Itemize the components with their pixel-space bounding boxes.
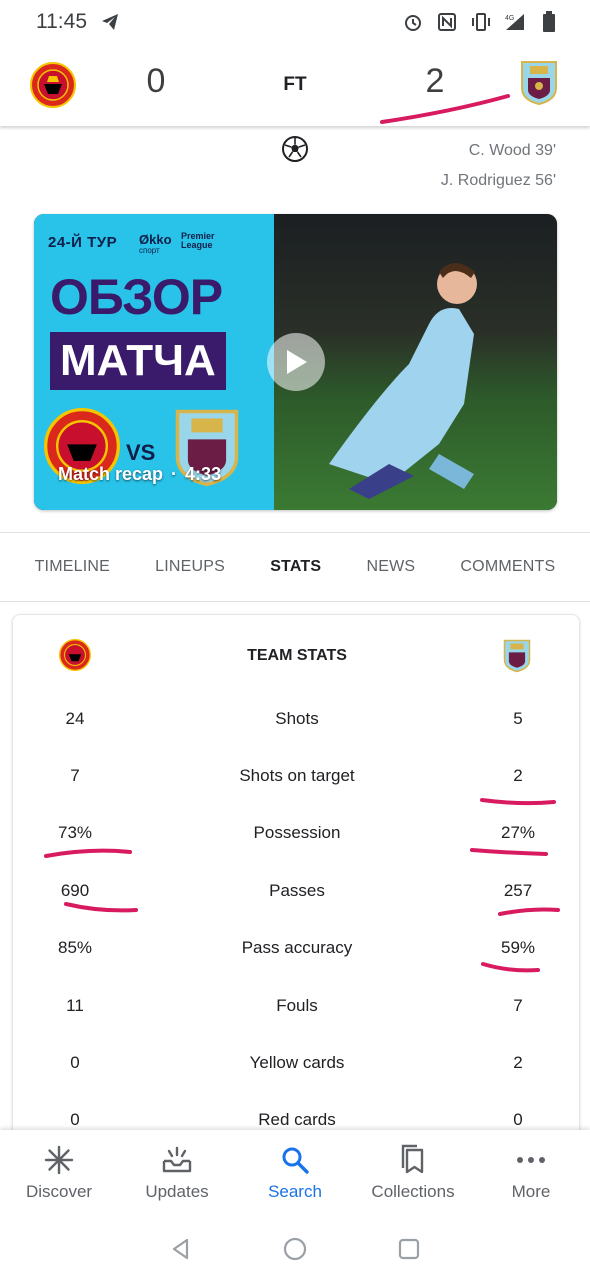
stat-home-value: 85% bbox=[57, 938, 93, 957]
nav-collections[interactable]: Collections bbox=[354, 1130, 472, 1218]
manchester-united-crest-icon[interactable] bbox=[30, 62, 76, 108]
okko-sport-logo: Økko спорт bbox=[139, 232, 172, 256]
stat-label: Red cards bbox=[258, 1110, 336, 1129]
vibrate-icon bbox=[470, 11, 492, 33]
video-duration: 4:33 bbox=[185, 464, 222, 484]
premier-league-logo: Premier League bbox=[181, 232, 215, 250]
stat-label: Passes bbox=[269, 881, 325, 900]
burnley-crest-icon[interactable] bbox=[520, 60, 558, 106]
stat-home-value: 24 bbox=[65, 709, 85, 728]
stat-home-value: 0 bbox=[70, 1110, 80, 1129]
nav-label: Updates bbox=[145, 1182, 209, 1201]
updates-icon bbox=[161, 1144, 193, 1176]
stat-home-value: 690 bbox=[60, 881, 90, 900]
nav-more[interactable]: More bbox=[472, 1130, 590, 1218]
video-label: Match recap bbox=[58, 464, 164, 484]
tab-comments[interactable]: COMMENTS bbox=[460, 558, 555, 576]
stat-row-passes: 690 Passes 257 bbox=[13, 881, 579, 911]
thumbnail-title-line-1: ОБЗОР bbox=[50, 269, 223, 325]
nav-updates[interactable]: Updates bbox=[118, 1130, 236, 1218]
tab-news[interactable]: NEWS bbox=[366, 558, 415, 576]
stat-row-shots: 24 Shots 5 bbox=[13, 709, 579, 739]
stat-away-value: 59% bbox=[500, 938, 536, 957]
stat-away-value: 5 bbox=[513, 709, 523, 728]
play-icon bbox=[287, 350, 307, 374]
status-bar: 11:45 4G bbox=[0, 0, 590, 44]
nav-discover[interactable]: Discover bbox=[0, 1130, 118, 1218]
stat-away-value: 257 bbox=[503, 881, 533, 900]
status-time: 11:45 bbox=[36, 10, 87, 33]
stat-away-value: 2 bbox=[513, 1053, 523, 1072]
stat-home-value: 7 bbox=[70, 766, 80, 785]
thumbnail-title-line-2: МАТЧА bbox=[50, 332, 226, 390]
stat-row-pass-accuracy: 85% Pass accuracy 59% bbox=[13, 938, 579, 968]
asterisk-icon bbox=[43, 1144, 75, 1176]
4g-signal-icon: 4G bbox=[504, 11, 526, 33]
nfc-icon bbox=[436, 11, 458, 33]
stat-label: Shots on target bbox=[239, 766, 355, 785]
scorer-1: C. Wood 39' bbox=[468, 142, 556, 159]
thumbnail-vs: VS bbox=[126, 440, 156, 465]
play-button[interactable] bbox=[267, 333, 325, 391]
nav-label: More bbox=[511, 1182, 551, 1201]
premier-league-logo-line-2: League bbox=[181, 240, 213, 250]
home-score: 0 bbox=[146, 62, 166, 100]
match-recap-video[interactable]: 24-Й ТУР Økko спорт Premier League ОБЗОР… bbox=[34, 214, 557, 510]
stat-label: Pass accuracy bbox=[241, 938, 353, 957]
nav-label: Collections bbox=[371, 1182, 455, 1201]
stat-away-value: 2 bbox=[513, 766, 523, 785]
stat-row-fouls: 11 Fouls 7 bbox=[13, 996, 579, 1026]
stat-away-value: 7 bbox=[513, 996, 523, 1015]
video-caption-separator: · bbox=[171, 464, 178, 484]
scorer-2: J. Rodriguez 56' bbox=[440, 172, 556, 189]
team-stats-card: TEAM STATS 24 Shots 5 7 Shots on target … bbox=[12, 614, 580, 1174]
score-header: 0 FT 2 bbox=[0, 44, 590, 126]
match-tabs: TIMELINE LINEUPS STATS NEWS COMMENTS bbox=[0, 532, 590, 602]
okko-logo-line-1: Økko bbox=[139, 232, 172, 247]
stats-away-crest-icon bbox=[503, 639, 531, 673]
stat-row-shots-on-target: 7 Shots on target 2 bbox=[13, 766, 579, 796]
nav-label: Search bbox=[268, 1182, 322, 1201]
recents-icon[interactable] bbox=[397, 1237, 421, 1261]
away-score: 2 bbox=[425, 62, 445, 100]
system-navigation-bar bbox=[0, 1218, 590, 1280]
svg-text:4G: 4G bbox=[505, 15, 514, 22]
alarm-icon bbox=[402, 11, 424, 33]
search-icon bbox=[279, 1144, 311, 1176]
more-dots-icon bbox=[515, 1144, 547, 1176]
stat-row-yellow-cards: 0 Yellow cards 2 bbox=[13, 1053, 579, 1083]
battery-icon bbox=[538, 11, 560, 33]
stat-label: Fouls bbox=[276, 996, 318, 1015]
stat-away-value: 0 bbox=[513, 1110, 523, 1129]
stat-label: Shots bbox=[275, 709, 319, 728]
bottom-navigation: Discover Updates Search Collections More bbox=[0, 1130, 590, 1218]
team-stats-title: TEAM STATS bbox=[247, 647, 347, 664]
status-left: 11:45 bbox=[36, 10, 121, 34]
stat-row-possession: 73% Possession 27% bbox=[13, 823, 579, 853]
status-right: 4G bbox=[402, 11, 560, 33]
soccer-ball-icon bbox=[282, 136, 308, 162]
nav-search[interactable]: Search bbox=[236, 1130, 354, 1218]
tab-stats[interactable]: STATS bbox=[270, 558, 321, 576]
home-icon[interactable] bbox=[283, 1237, 307, 1261]
telegram-icon bbox=[99, 11, 121, 33]
tab-lineups[interactable]: LINEUPS bbox=[155, 558, 225, 576]
stat-home-value: 11 bbox=[66, 996, 84, 1015]
stat-label: Yellow cards bbox=[249, 1053, 345, 1072]
tab-timeline[interactable]: TIMELINE bbox=[35, 558, 110, 576]
back-icon[interactable] bbox=[169, 1237, 193, 1261]
collections-icon bbox=[397, 1144, 429, 1176]
nav-label: Discover bbox=[25, 1182, 93, 1201]
stat-away-value: 27% bbox=[500, 823, 536, 842]
stat-label: Possession bbox=[253, 823, 341, 842]
video-caption: Match recap · 4:33 bbox=[58, 464, 221, 485]
match-status: FT bbox=[283, 74, 307, 95]
thumbnail-round-label: 24-Й ТУР bbox=[48, 234, 118, 251]
stat-home-value: 0 bbox=[70, 1053, 80, 1072]
stat-home-value: 73% bbox=[57, 823, 93, 842]
